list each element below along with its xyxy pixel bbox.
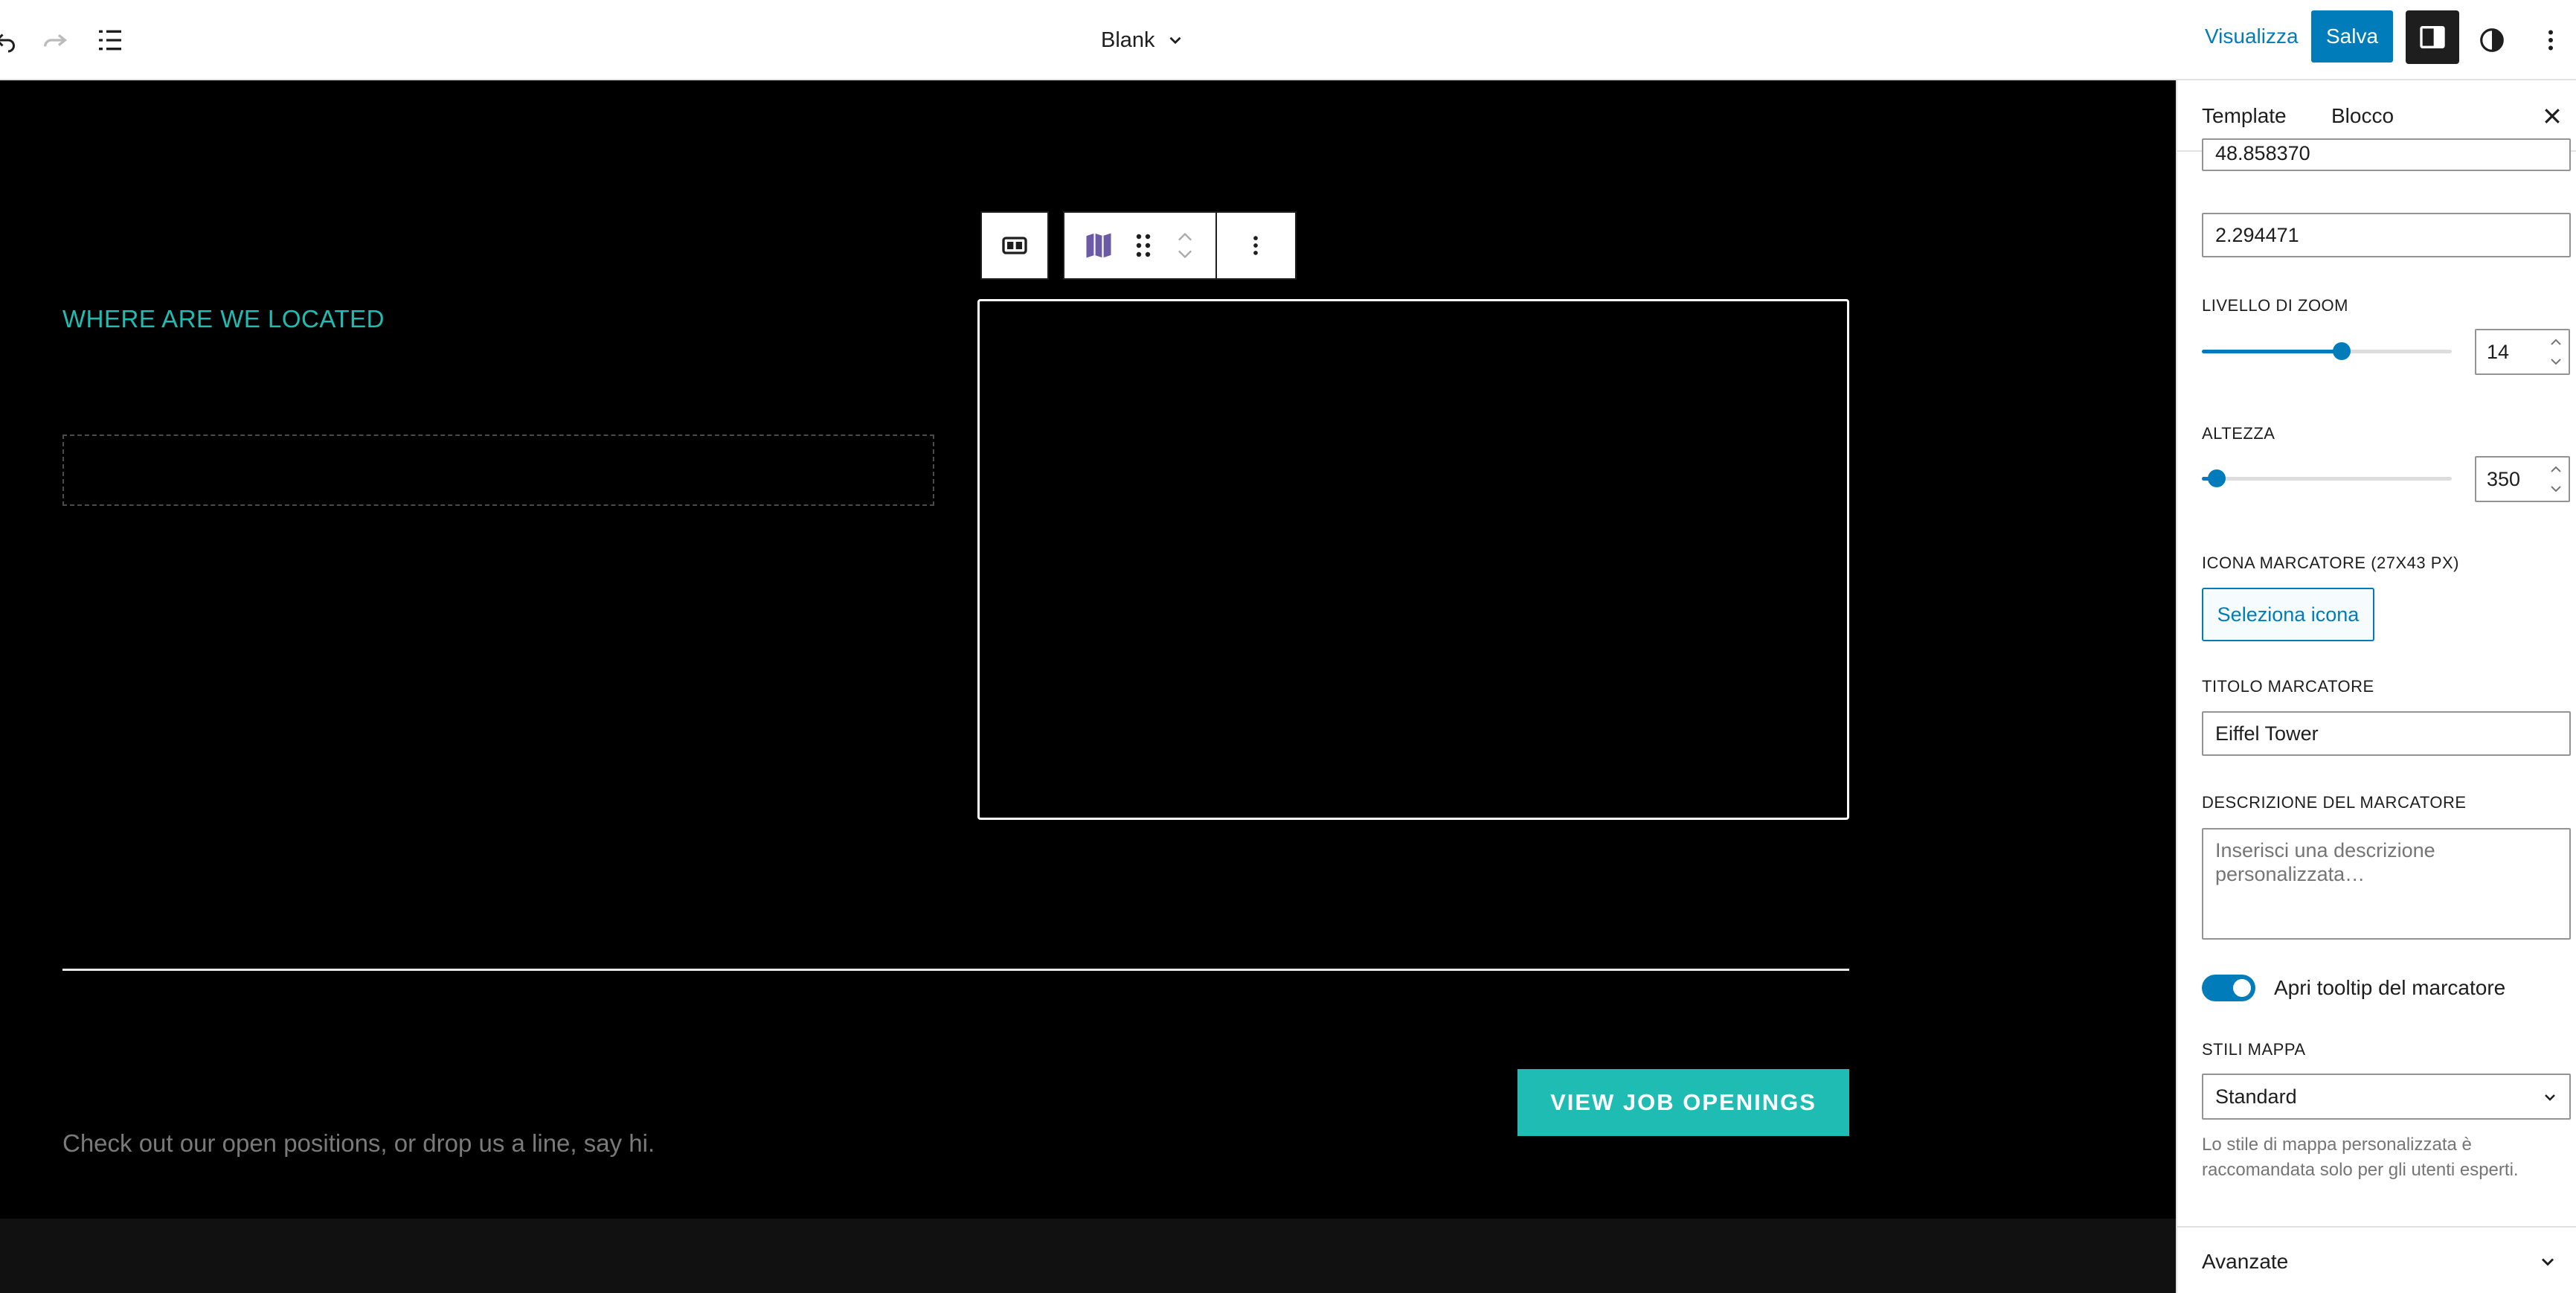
canvas-bottom-band [0, 1219, 2176, 1293]
height-spinner[interactable] [2548, 465, 2564, 493]
close-icon [2545, 109, 2560, 123]
block-options-button[interactable] [1215, 213, 1295, 278]
editor-top-bar: Blank Visualizza Salva [0, 0, 2576, 80]
preview-button[interactable]: Visualizza [2194, 10, 2309, 62]
map-styles-select[interactable]: Standard [2202, 1074, 2571, 1120]
chevron-down-icon [1169, 36, 1181, 45]
move-up-icon[interactable] [1175, 230, 1195, 243]
spin-up-icon [2551, 466, 2561, 472]
close-sidebar-button[interactable] [2534, 98, 2570, 134]
block-toolbar [1063, 211, 1297, 280]
view-job-openings-button[interactable]: VIEW JOB OPENINGS [1517, 1069, 1849, 1136]
map-icon [1086, 233, 1111, 258]
chevron-down-icon [2541, 1258, 2554, 1266]
zoom-number-input[interactable]: 14 [2475, 329, 2570, 375]
list-view-icon[interactable] [85, 15, 135, 65]
map-styles-value: Standard [2215, 1085, 2297, 1108]
drag-handle[interactable] [1132, 213, 1154, 278]
zoom-slider-thumb[interactable] [2333, 342, 2351, 360]
toggle-knob [2233, 979, 2251, 997]
more-vertical-icon [2548, 30, 2553, 51]
height-slider[interactable] [2202, 469, 2452, 487]
section-heading[interactable]: WHERE ARE WE LOCATED [62, 305, 385, 333]
parent-block-selector[interactable] [980, 211, 1049, 280]
columns-icon [1002, 237, 1027, 254]
footer-paragraph[interactable]: Check out our open positions, or drop us… [62, 1129, 655, 1158]
save-button[interactable]: Salva [2311, 10, 2393, 62]
map-block[interactable] [977, 299, 1849, 820]
options-button[interactable] [2525, 15, 2576, 65]
empty-block-placeholder[interactable] [62, 434, 934, 506]
map-styles-help: Lo stile di mappa personalizzata è racco… [2202, 1135, 2519, 1180]
chevron-down-icon [2545, 1094, 2555, 1101]
spin-down-icon [2551, 359, 2561, 365]
height-slider-thumb[interactable] [2208, 469, 2226, 487]
redo-icon[interactable] [30, 15, 80, 65]
more-vertical-icon [1253, 236, 1259, 255]
height-label: ALTEZZA [2202, 424, 2275, 443]
editor-canvas: WHERE ARE WE LOCATED VIEW JOB OPENINGS C… [0, 80, 2176, 1293]
longitude-input[interactable]: 2.294471 [2202, 213, 2571, 257]
undo-icon[interactable] [0, 15, 31, 65]
settings-toggle-button[interactable] [2406, 10, 2459, 64]
map-styles-label: STILI MAPPA [2202, 1040, 2306, 1059]
marker-description-label: DESCRIZIONE DEL MARCATORE [2202, 793, 2467, 812]
marker-icon-label: ICONA MARCATORE (27X43 PX) [2202, 554, 2459, 572]
document-title-dropdown[interactable]: Blank [1101, 15, 1185, 65]
zoom-label: LIVELLO DI ZOOM [2202, 296, 2348, 315]
tooltip-toggle[interactable] [2202, 975, 2255, 1001]
height-value: 350 [2487, 467, 2521, 490]
select-icon-button[interactable]: Seleziona icona [2202, 588, 2374, 641]
latitude-input[interactable]: 48.858370 [2202, 138, 2571, 171]
settings-sidebar: Template Blocco 48.858370 2.294471 LIVEL… [2176, 80, 2576, 1293]
zoom-spinner[interactable] [2548, 338, 2564, 366]
marker-description-textarea[interactable]: Inserisci una descrizione personalizzata… [2202, 828, 2571, 940]
styles-button[interactable] [2467, 15, 2517, 65]
drag-handle-icon [1137, 234, 1151, 257]
block-type-button[interactable] [1064, 213, 1132, 278]
spin-down-icon [2551, 486, 2561, 493]
document-title: Blank [1101, 28, 1155, 52]
advanced-panel-toggle[interactable]: Avanzate [2177, 1226, 2576, 1293]
zoom-slider[interactable] [2202, 342, 2452, 360]
contrast-icon [2480, 28, 2504, 52]
move-buttons [1154, 213, 1215, 278]
move-down-icon[interactable] [1175, 248, 1195, 261]
marker-title-label: TITOLO MARCATORE [2202, 677, 2374, 696]
marker-title-input[interactable]: Eiffel Tower [2202, 711, 2571, 756]
spin-up-icon [2551, 339, 2561, 345]
sidebar-settings-icon [2420, 26, 2445, 48]
height-number-input[interactable]: 350 [2475, 456, 2570, 502]
tooltip-toggle-label[interactable]: Apri tooltip del marcatore [2274, 976, 2505, 1000]
separator [62, 969, 1849, 971]
advanced-label: Avanzate [2202, 1250, 2289, 1273]
zoom-value: 14 [2487, 340, 2510, 363]
zoom-slider-fill [2202, 350, 2342, 353]
